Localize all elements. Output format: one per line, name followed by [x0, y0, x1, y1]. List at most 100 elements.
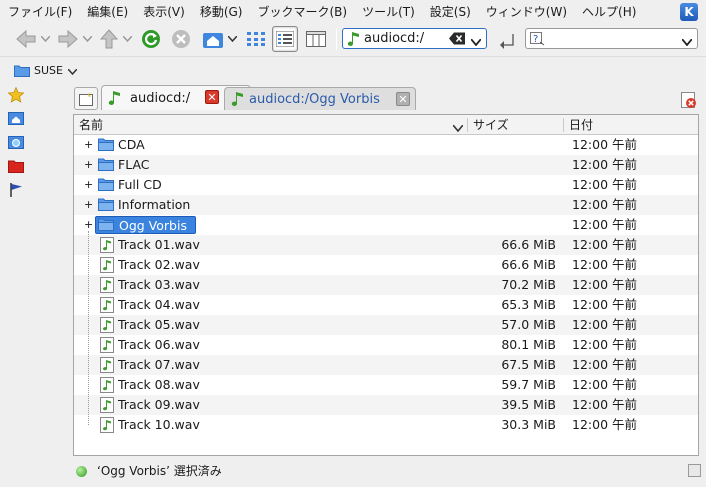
expand-icon[interactable]: +	[84, 138, 93, 151]
menu-file[interactable]: ファイル(F)	[0, 0, 79, 24]
menu-edit[interactable]: 編集(E)	[79, 0, 135, 24]
menu-tools[interactable]: ツール(T)	[354, 0, 422, 24]
tab-bar: audiocd:/ ✕ audiocd:/Ogg Vorbis ✕	[72, 84, 706, 112]
close-tab-icon[interactable]: ✕	[205, 90, 219, 104]
file-name[interactable]: Track 01.wav	[118, 235, 200, 255]
audio-file-icon	[100, 277, 114, 296]
file-size: 30.3 MiB	[501, 417, 556, 432]
file-size: 66.6 MiB	[501, 237, 556, 252]
reload-button[interactable]	[139, 26, 163, 52]
back-history-dropdown[interactable]	[39, 26, 51, 52]
file-row[interactable]: Track 08.wav 59.7 MiB 12:00 午前	[74, 375, 698, 395]
file-row[interactable]: Track 07.wav 67.5 MiB 12:00 午前	[74, 355, 698, 375]
clear-location-icon[interactable]	[449, 32, 465, 48]
column-header-size[interactable]: サイズ	[468, 115, 564, 135]
icon-view-icon	[247, 32, 265, 46]
search-bar[interactable]: ?	[525, 28, 698, 49]
search-dropdown-icon[interactable]	[681, 35, 693, 49]
file-name[interactable]: Track 06.wav	[118, 335, 200, 355]
file-size: 66.6 MiB	[501, 257, 556, 272]
tab-label: audiocd:/Ogg Vorbis	[249, 91, 380, 107]
folder-row[interactable]: + FLAC 12:00 午前	[74, 155, 698, 175]
file-size: 59.7 MiB	[501, 377, 556, 392]
file-row[interactable]: Track 05.wav 57.0 MiB 12:00 午前	[74, 315, 698, 335]
file-date: 12:00 午前	[572, 337, 637, 352]
file-name[interactable]: Track 09.wav	[118, 395, 200, 415]
new-tab-button[interactable]	[74, 87, 98, 110]
audio-file-icon	[100, 377, 114, 396]
file-name[interactable]: Track 05.wav	[118, 315, 200, 335]
bookmark-folder-suse[interactable]: SUSE	[14, 61, 77, 79]
file-name[interactable]: Track 08.wav	[118, 375, 200, 395]
menu-help[interactable]: ヘルプ(H)	[574, 0, 643, 24]
menu-go[interactable]: 移動(G)	[192, 0, 250, 24]
column-header-date[interactable]: 日付	[564, 115, 698, 135]
folder-row[interactable]: + Ogg Vorbis 12:00 午前	[74, 215, 698, 235]
location-bar[interactable]: audiocd:/	[342, 28, 487, 49]
home-button[interactable]	[200, 26, 226, 52]
home-dropdown[interactable]	[226, 26, 238, 52]
expand-icon[interactable]: +	[84, 198, 93, 211]
view-toggle-icon[interactable]	[688, 464, 701, 477]
file-name[interactable]: CDA	[118, 135, 145, 155]
menu-bookmarks[interactable]: ブックマーク(B)	[249, 0, 354, 24]
column-header-name[interactable]: 名前	[74, 115, 469, 135]
flag-icon[interactable]	[8, 182, 24, 198]
location-dropdown-icon[interactable]	[470, 35, 482, 49]
menu-window[interactable]: ウィンドウ(W)	[478, 0, 574, 24]
go-button[interactable]	[496, 29, 518, 55]
column-view-button[interactable]	[303, 26, 329, 52]
close-current-tab-button[interactable]	[678, 90, 700, 110]
detail-view-button[interactable]	[272, 26, 298, 52]
file-row[interactable]: Track 10.wav 30.3 MiB 12:00 午前	[74, 415, 698, 435]
audio-file-icon	[100, 417, 114, 436]
file-name[interactable]: Track 03.wav	[118, 275, 200, 295]
forward-history-dropdown[interactable]	[81, 26, 93, 52]
file-name[interactable]: Track 07.wav	[118, 355, 200, 375]
file-row[interactable]: Track 04.wav 65.3 MiB 12:00 午前	[74, 295, 698, 315]
file-name[interactable]: Track 02.wav	[118, 255, 200, 275]
file-date: 12:00 午前	[572, 257, 637, 272]
file-name[interactable]: Information	[118, 195, 190, 215]
close-tab-icon[interactable]: ✕	[396, 92, 410, 106]
file-row[interactable]: Track 01.wav 66.6 MiB 12:00 午前	[74, 235, 698, 255]
menu-view[interactable]: 表示(V)	[135, 0, 192, 24]
expand-icon[interactable]: +	[84, 158, 93, 171]
audio-file-icon	[100, 237, 114, 256]
file-row[interactable]: Track 02.wav 66.6 MiB 12:00 午前	[74, 255, 698, 275]
file-list-view[interactable]: 名前 サイズ 日付 + CDA 12:00 午前 + FLAC 12:00 午前 + Full…	[73, 114, 699, 456]
file-name[interactable]: Track 10.wav	[118, 415, 200, 435]
forward-button[interactable]	[54, 26, 82, 52]
expand-icon[interactable]: +	[84, 178, 93, 191]
tab-audiocd-ogg-vorbis[interactable]: audiocd:/Ogg Vorbis ✕	[224, 87, 416, 110]
folder-row[interactable]: + Full CD 12:00 午前	[74, 175, 698, 195]
search-provider-icon[interactable]: ?	[530, 32, 545, 49]
up-dropdown[interactable]	[121, 26, 133, 52]
up-button[interactable]	[96, 26, 122, 52]
stop-button[interactable]	[169, 26, 193, 52]
file-date: 12:00 午前	[572, 137, 637, 152]
file-name[interactable]: Track 04.wav	[118, 295, 200, 315]
audio-file-icon	[100, 317, 114, 336]
file-row[interactable]: Track 09.wav 39.5 MiB 12:00 午前	[74, 395, 698, 415]
file-row[interactable]: Track 03.wav 70.2 MiB 12:00 午前	[74, 275, 698, 295]
icon-view-button[interactable]	[243, 26, 269, 52]
file-date: 12:00 午前	[572, 377, 637, 392]
network-folder-icon[interactable]	[8, 134, 24, 150]
folder-row[interactable]: + Information 12:00 午前	[74, 195, 698, 215]
home-folder-icon[interactable]	[8, 110, 24, 126]
file-name[interactable]: Full CD	[118, 175, 162, 195]
file-row[interactable]: Track 06.wav 80.1 MiB 12:00 午前	[74, 335, 698, 355]
file-name[interactable]: FLAC	[118, 155, 150, 175]
folder-row[interactable]: + CDA 12:00 午前	[74, 135, 698, 155]
audio-note-icon	[108, 91, 120, 105]
tree-guide-line	[88, 231, 89, 425]
svg-text:?: ?	[533, 34, 538, 45]
bookmark-folder-label: SUSE	[34, 63, 63, 77]
location-input[interactable]: audiocd:/	[364, 31, 424, 46]
expand-icon[interactable]: +	[84, 218, 93, 231]
back-button[interactable]	[12, 26, 40, 52]
red-folder-icon[interactable]	[8, 158, 24, 174]
bookmarks-star-icon[interactable]	[7, 86, 25, 103]
menu-settings[interactable]: 設定(S)	[422, 0, 478, 24]
